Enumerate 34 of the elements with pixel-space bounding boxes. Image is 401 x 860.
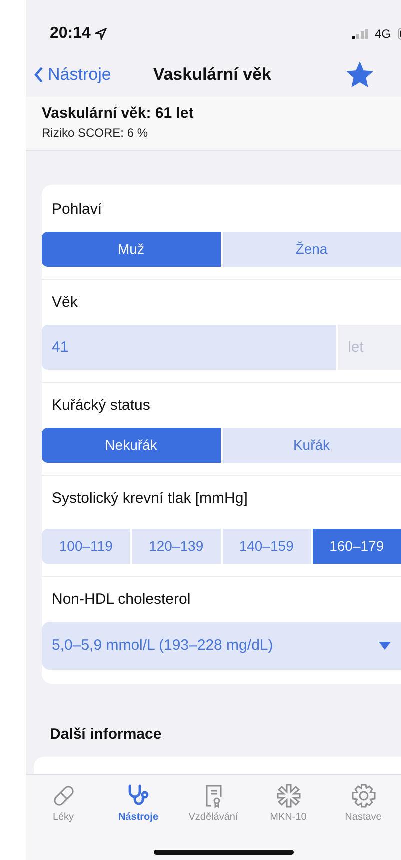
chevron-left-icon — [34, 66, 44, 83]
network-label: 4G — [374, 27, 391, 42]
location-arrow-icon — [94, 28, 107, 40]
segment-option[interactable]: 100–119 — [42, 528, 130, 564]
section-title: Další informace — [49, 726, 163, 743]
asterisk-icon — [276, 782, 302, 809]
segment-option[interactable]: Žena — [222, 232, 401, 267]
signal-icon — [352, 29, 368, 40]
segment-option[interactable]: 160–179 — [312, 528, 401, 564]
segment-option[interactable]: Nekuřák — [42, 428, 220, 463]
tab-item[interactable]: Vzdělávání — [176, 782, 251, 827]
result-title: Vaskulární věk: 61 let — [42, 104, 195, 122]
field-label: Kuřácký status — [51, 396, 152, 414]
tab-item[interactable]: Nástroje — [101, 782, 176, 827]
dropdown[interactable]: 5,0–5,9 mmol/L (193–228 mg/dL) — [42, 622, 401, 670]
tab-item[interactable]: Léky — [26, 782, 101, 827]
dropdown-arrow-icon — [379, 642, 391, 650]
back-button[interactable]: Nástroje — [34, 64, 112, 85]
segment-option[interactable]: 140–159 — [222, 528, 311, 564]
status-time: 20:14 — [50, 25, 91, 44]
segment-option[interactable]: Muž — [42, 232, 220, 267]
screen-title: Vaskulární věk — [153, 64, 272, 85]
field-label: Non-HDL cholesterol — [51, 590, 192, 608]
field-label: Pohlaví — [51, 200, 104, 218]
field-label: Věk — [51, 294, 79, 311]
field-label: Systolický krevní tlak [mmHg] — [51, 490, 249, 507]
tab-item[interactable]: Nastave — [326, 782, 401, 827]
result-subtitle: Riziko SCORE: 6 % — [42, 126, 150, 140]
number-field[interactable]: 41 — [42, 324, 336, 370]
segment-option[interactable]: Kuřák — [222, 428, 401, 463]
gear-icon — [350, 782, 376, 809]
star-icon[interactable] — [347, 62, 374, 88]
tab-item[interactable]: MKN-10 — [251, 782, 326, 827]
segment-option[interactable]: 120–139 — [132, 528, 220, 564]
